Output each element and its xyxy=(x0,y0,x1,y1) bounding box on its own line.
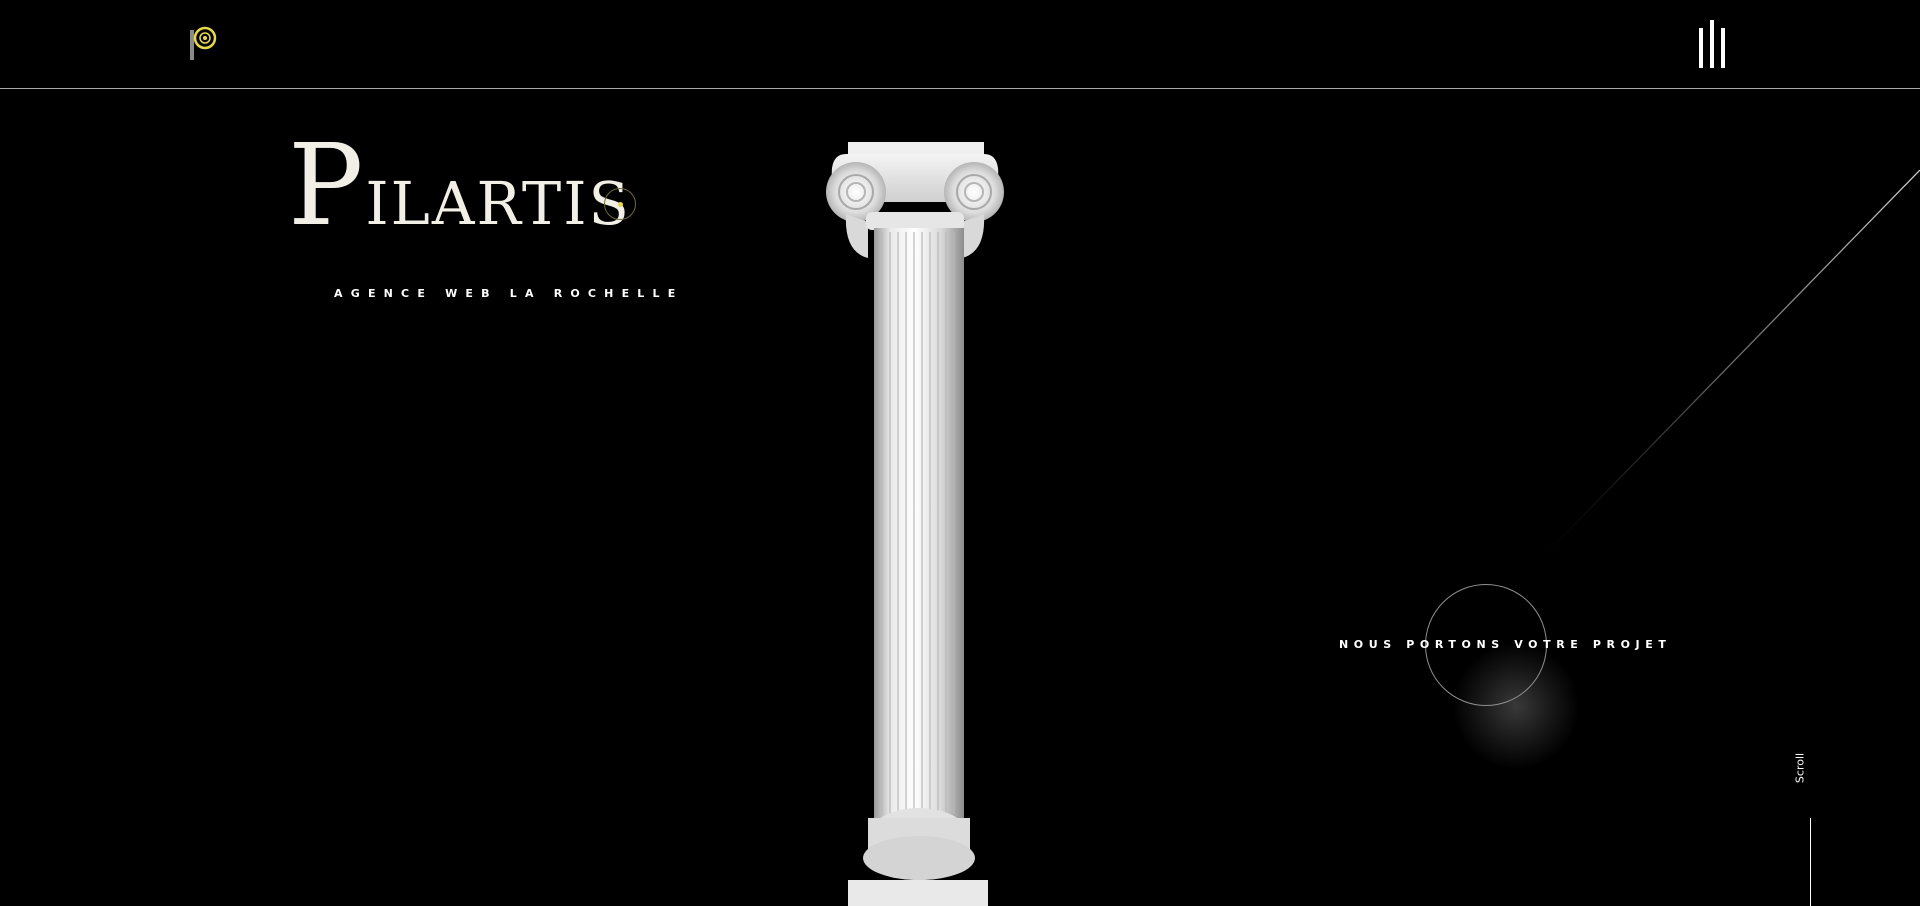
menu-bar-icon xyxy=(1710,20,1714,68)
scroll-line xyxy=(1810,818,1811,906)
menu-toggle-button[interactable] xyxy=(1690,16,1730,72)
brand-title-rest: ilartis xyxy=(365,146,631,244)
ionic-column-image xyxy=(818,142,1012,906)
brand-title: Pilartis xyxy=(288,130,631,242)
menu-bar-icon xyxy=(1721,28,1725,68)
site-header xyxy=(0,0,1920,89)
logo-icon[interactable] xyxy=(188,24,218,62)
cursor-dot xyxy=(618,202,623,207)
menu-bar-icon xyxy=(1699,28,1703,68)
diagonal-line xyxy=(1540,170,1920,560)
tagline: AGENCE WEB LA ROCHELLE xyxy=(334,287,684,300)
scroll-label[interactable]: Scroll xyxy=(1794,753,1807,783)
cta-label[interactable]: NOUS PORTONS VOTRE PROJET xyxy=(1339,638,1671,651)
brand-title-initial: P xyxy=(288,121,366,251)
